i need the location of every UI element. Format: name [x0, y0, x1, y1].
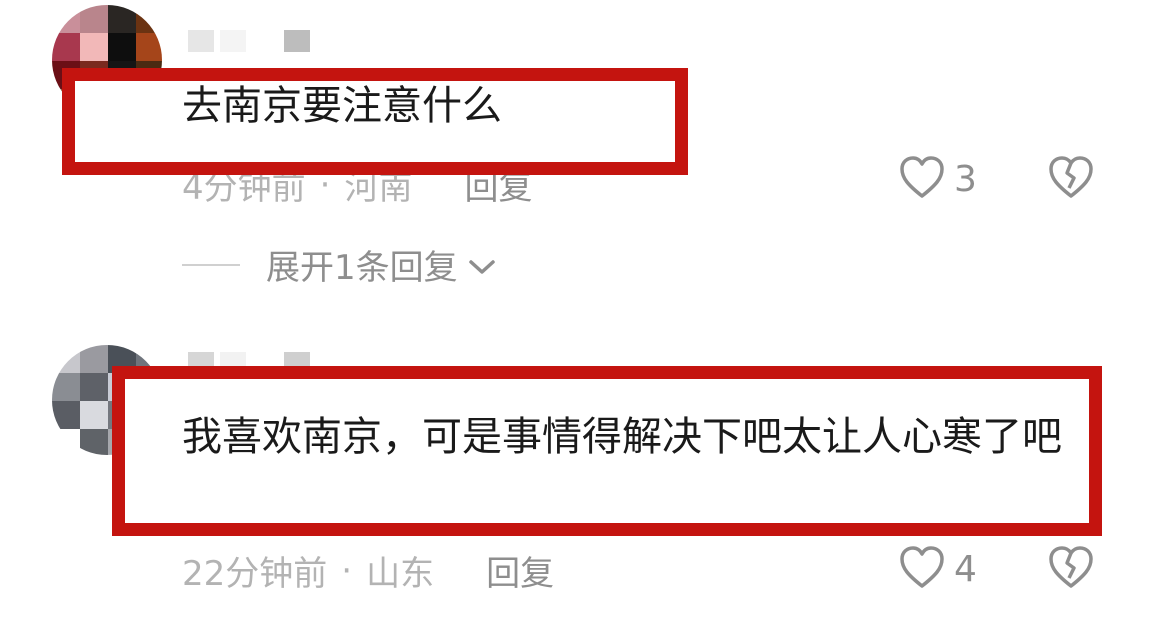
- dislike-button[interactable]: [1046, 544, 1096, 594]
- comment-meta: 22分钟前 · 山东 回复: [182, 546, 554, 595]
- comment-location: 山东: [366, 554, 435, 594]
- meta-separator: ·: [341, 550, 353, 591]
- like-button[interactable]: 3: [898, 154, 977, 204]
- broken-heart-icon: [1046, 546, 1096, 594]
- expand-replies[interactable]: 展开1条回复: [182, 240, 496, 289]
- like-count: 3: [954, 158, 977, 200]
- divider-line: [182, 263, 240, 266]
- like-count: 4: [954, 548, 977, 590]
- username-masked[interactable]: [188, 30, 310, 52]
- heart-outline-icon: [898, 154, 946, 204]
- reply-button[interactable]: 回复: [486, 546, 554, 595]
- dislike-button[interactable]: [1046, 154, 1096, 204]
- chevron-down-icon: [468, 245, 496, 285]
- comment-time: 22分钟前: [182, 554, 328, 594]
- expand-replies-label: 展开1条回复: [266, 248, 458, 288]
- like-button[interactable]: 4: [898, 544, 977, 594]
- broken-heart-icon: [1046, 156, 1096, 204]
- heart-outline-icon: [898, 544, 946, 594]
- comment-text: 我喜欢南京，可是事情得解决下吧太让人心寒了吧: [182, 414, 1062, 460]
- comment-text: 去南京要注意什么: [182, 83, 502, 129]
